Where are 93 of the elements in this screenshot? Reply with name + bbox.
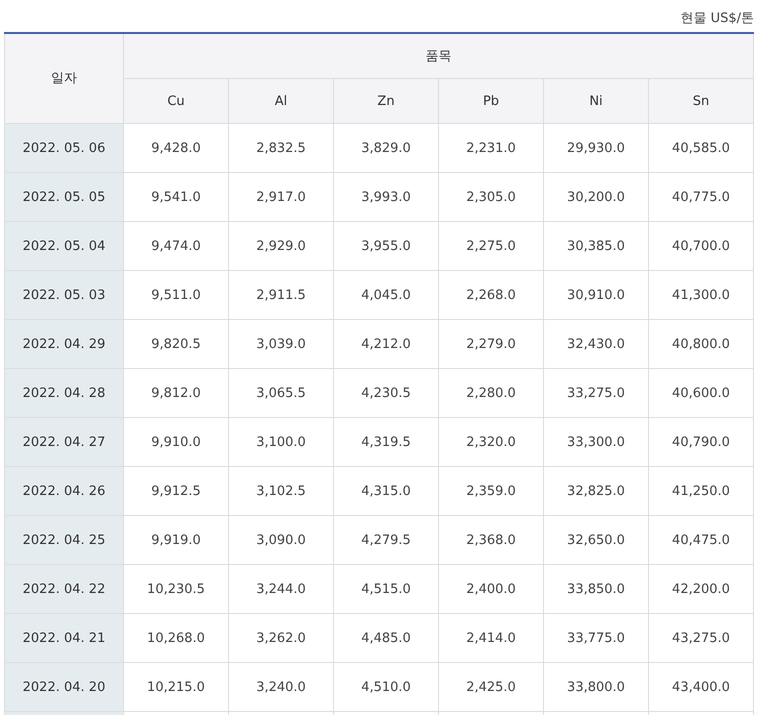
table-cell: 9,910.0 bbox=[124, 418, 228, 466]
table-cell: 3,065.5 bbox=[228, 368, 334, 418]
table-cell: 3,993.0 bbox=[334, 172, 438, 222]
table-cell: 2,832.5 bbox=[228, 124, 334, 172]
table-cell: 2,305.0 bbox=[438, 172, 544, 222]
table-cell: 40,585.0 bbox=[648, 124, 754, 172]
table-cell: 29,930.0 bbox=[544, 124, 648, 172]
table-cell: 2,359.0 bbox=[438, 466, 544, 516]
table-cell: 2,268.0 bbox=[438, 270, 544, 320]
column-header: Al bbox=[228, 78, 334, 124]
date-cell: 2022. 05. 06 bbox=[4, 124, 124, 172]
table-cell: 30,200.0 bbox=[544, 172, 648, 222]
table-cell: 2,368.0 bbox=[438, 516, 544, 564]
table-cell: 2,425.0 bbox=[438, 662, 544, 712]
column-group-header: 품목 bbox=[124, 33, 754, 78]
table-cell: 40,475.0 bbox=[648, 516, 754, 564]
column-header: Ni bbox=[544, 78, 648, 124]
table-cell: 3,955.0 bbox=[334, 222, 438, 270]
table-cell: 4,515.0 bbox=[334, 564, 438, 614]
date-cell: 2022. 04. 29 bbox=[4, 320, 124, 368]
table-cell: 3,100.0 bbox=[228, 418, 334, 466]
date-cell: 2022. 04. 25 bbox=[4, 516, 124, 564]
table-cell: 40,775.0 bbox=[648, 172, 754, 222]
table-cell: 3,090.0 bbox=[228, 516, 334, 564]
table-cell: 4,045.0 bbox=[334, 270, 438, 320]
table-cell: 2,275.0 bbox=[438, 222, 544, 270]
unit-label: 현물 US$/톤 bbox=[680, 11, 754, 26]
table-cell: 3,244.0 bbox=[228, 564, 334, 614]
date-cell: 2022. 04. 26 bbox=[4, 466, 124, 516]
table-cell: 9,511.0 bbox=[124, 270, 228, 320]
table-cell: 4,510.0 bbox=[334, 662, 438, 712]
table-cell: 32,650.0 bbox=[544, 516, 648, 564]
table-cell: 2,917.0 bbox=[228, 172, 334, 222]
date-cell: 2022. 05. 03 bbox=[4, 270, 124, 320]
table-cell: 40,800.0 bbox=[648, 320, 754, 368]
table-cell: 2,279.0 bbox=[438, 320, 544, 368]
table-cell: 2,231.0 bbox=[438, 124, 544, 172]
table-cell: 9,428.0 bbox=[124, 124, 228, 172]
table-cell: 9,912.5 bbox=[124, 466, 228, 516]
date-cell: 2022. 05. 04 bbox=[4, 222, 124, 270]
table-cell: 3,262.0 bbox=[228, 614, 334, 662]
table-cell: 4,230.5 bbox=[334, 368, 438, 418]
table-cell: 41,300.0 bbox=[648, 270, 754, 320]
column-header: 일자 bbox=[4, 33, 124, 124]
table-cell: 43,275.0 bbox=[648, 614, 754, 662]
table-cell: 30,910.0 bbox=[544, 270, 648, 320]
table-cell: 4,485.0 bbox=[334, 614, 438, 662]
date-cell: 2022. 04. 21 bbox=[4, 614, 124, 662]
table-cell: 43,400.0 bbox=[648, 662, 754, 712]
column-header: Zn bbox=[334, 78, 438, 124]
table-cell: 4,315.0 bbox=[334, 466, 438, 516]
table-cell: 33,275.0 bbox=[544, 368, 648, 418]
table-cell: 40,790.0 bbox=[648, 418, 754, 466]
date-cell: 2022. 04. 28 bbox=[4, 368, 124, 418]
table-cell: 2,280.0 bbox=[438, 368, 544, 418]
table-cell: 9,919.0 bbox=[124, 516, 228, 564]
table-cell: 4,319.5 bbox=[334, 418, 438, 466]
table-cell: 42,200.0 bbox=[648, 564, 754, 614]
table-cell: 32,825.0 bbox=[544, 466, 648, 516]
column-header: Sn bbox=[648, 78, 754, 124]
date-cell: 2022. 04. 22 bbox=[4, 564, 124, 614]
table-cell: 3,829.0 bbox=[334, 124, 438, 172]
table-cell: 30,385.0 bbox=[544, 222, 648, 270]
table-cell: 9,541.0 bbox=[124, 172, 228, 222]
table-cell: 3,240.0 bbox=[228, 662, 334, 712]
table-cell: 33,800.0 bbox=[544, 662, 648, 712]
table-cell: 2,929.0 bbox=[228, 222, 334, 270]
date-cell: 2022. 04. 27 bbox=[4, 418, 124, 466]
table-cell: 9,820.5 bbox=[124, 320, 228, 368]
table-cell: 2,911.5 bbox=[228, 270, 334, 320]
table-cell: 10,215.0 bbox=[124, 662, 228, 712]
table-cell: 3,102.5 bbox=[228, 466, 334, 516]
table-cell: 40,700.0 bbox=[648, 222, 754, 270]
table-cell: 2,400.0 bbox=[438, 564, 544, 614]
table-cell: 9,474.0 bbox=[124, 222, 228, 270]
table-cell: 4,212.0 bbox=[334, 320, 438, 368]
date-cell: 2022. 04. 20 bbox=[4, 662, 124, 712]
table-cell: 10,268.0 bbox=[124, 614, 228, 662]
table-cell: 2,414.0 bbox=[438, 614, 544, 662]
table-cell: 33,775.0 bbox=[544, 614, 648, 662]
table-cell: 41,250.0 bbox=[648, 466, 754, 516]
column-header: Pb bbox=[438, 78, 544, 124]
table-cell: 32,430.0 bbox=[544, 320, 648, 368]
table-cell: 10,230.5 bbox=[124, 564, 228, 614]
table-cell: 40,600.0 bbox=[648, 368, 754, 418]
date-cell: 2022. 05. 05 bbox=[4, 172, 124, 222]
table-cell: 9,812.0 bbox=[124, 368, 228, 418]
table-cell: 33,300.0 bbox=[544, 418, 648, 466]
table-cell: 3,039.0 bbox=[228, 320, 334, 368]
table-cell: 2,320.0 bbox=[438, 418, 544, 466]
table-cell: 4,279.5 bbox=[334, 516, 438, 564]
column-header: Cu bbox=[124, 78, 228, 124]
table-cell: 33,850.0 bbox=[544, 564, 648, 614]
